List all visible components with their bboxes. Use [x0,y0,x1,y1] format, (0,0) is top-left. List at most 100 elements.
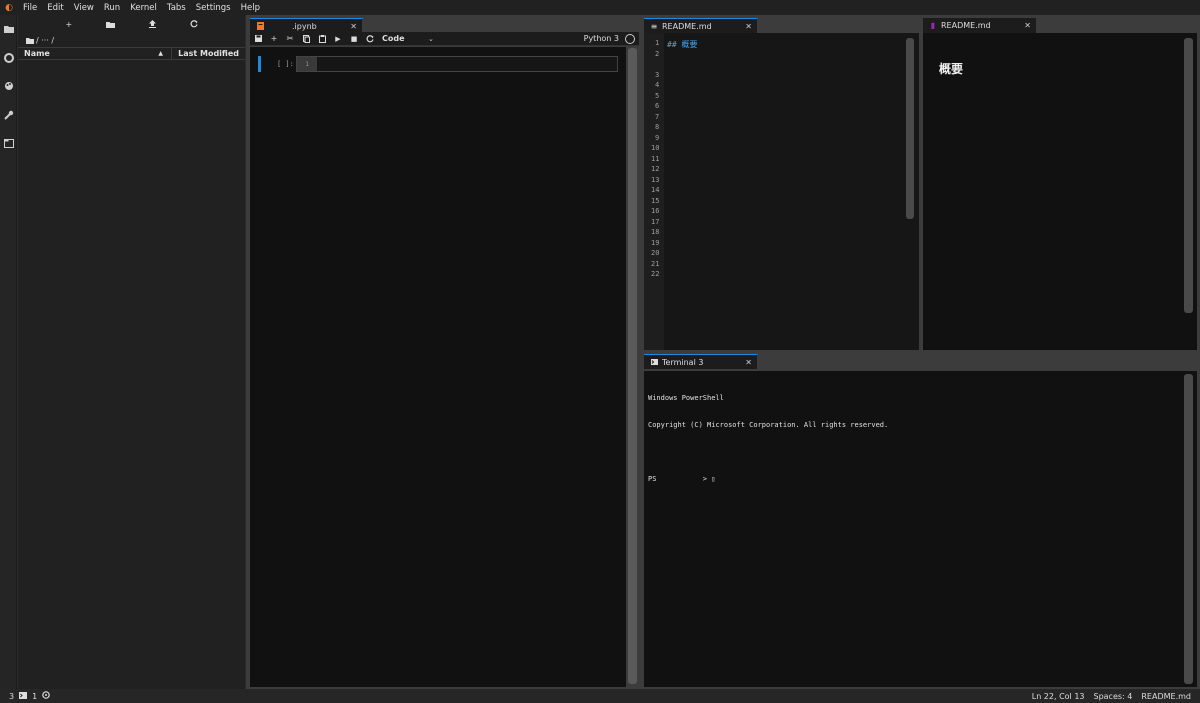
file-browser: + / ··· / Name ▲ Last Modified [18,15,245,689]
notebook-icon [255,22,265,30]
cut-icon: ✂ [286,34,294,43]
refresh-icon [190,20,198,28]
line-number: 6 [655,102,660,110]
cursor-position[interactable]: Ln 22, Col 13 [1032,692,1085,701]
file-list-header: Name ▲ Last Modified [18,47,245,60]
terminal-scrollbar[interactable] [1184,374,1193,684]
jupyter-logo-icon: ◐ [5,2,13,13]
upload-button[interactable] [145,17,159,31]
markdown-icon: ▮ [930,21,936,30]
menu-view[interactable]: View [69,3,99,13]
column-name-header[interactable]: Name ▲ [18,48,172,59]
line-number: 17 [651,217,660,226]
line-number: 19 [651,238,660,247]
cell-type-select[interactable]: Code [382,34,428,43]
cell-prompt: [ ]: [277,60,294,68]
text-file-icon: ≡ [650,21,658,31]
wrench-icon[interactable] [2,108,15,121]
tab-label: README.md [662,21,712,31]
tab-readme-editor[interactable]: ≡ README.md ✕ [644,18,758,33]
preview-heading: 概要 [939,62,964,76]
insert-cell-button[interactable]: + [266,34,282,43]
close-icon[interactable]: ✕ [1024,21,1031,30]
kernel-count[interactable]: 1 [32,692,37,701]
terminal-status-icon[interactable] [19,691,28,701]
preview-scrollbar[interactable] [1184,38,1193,313]
copy-button[interactable] [298,34,314,43]
new-launcher-button[interactable]: + [62,17,76,31]
run-button[interactable]: ▶ [330,35,346,43]
breadcrumb-path[interactable]: / ··· / [36,36,54,45]
line-number: 16 [651,207,660,215]
chevron-down-icon[interactable]: ⌄ [428,35,434,43]
line-number: 14 [651,186,660,194]
line-number: 15 [651,196,660,205]
refresh-button[interactable] [187,17,201,31]
close-icon[interactable]: ✕ [745,22,752,31]
folder-icon[interactable] [26,37,34,44]
running-icon[interactable] [2,51,15,64]
menu-help[interactable]: Help [236,3,265,13]
notebook-tabbar: .ipynb ✕ [250,18,639,33]
menu-run[interactable]: Run [99,3,125,13]
tab-notebook[interactable]: .ipynb ✕ [250,18,363,33]
editor-scrollbar[interactable] [906,38,914,219]
close-icon[interactable]: ✕ [350,22,357,31]
line-number: 2 [655,49,660,58]
tabs-icon[interactable] [2,137,15,150]
save-button[interactable] [250,35,266,42]
editor-tabbar: ≡ README.md ✕ [644,18,919,33]
left-sidebar [0,15,17,689]
editor-line-1[interactable]: ## 概要 [667,39,697,50]
paste-button[interactable] [314,34,330,43]
column-last-modified-header[interactable]: Last Modified [172,49,245,58]
menu-kernel[interactable]: Kernel [125,3,162,13]
tab-terminal[interactable]: Terminal 3 ✕ [644,354,758,369]
terminal-count[interactable]: 3 [9,692,14,701]
preview-tabbar: ▮ README.md ✕ [923,18,1197,33]
paste-icon [318,34,326,43]
palette-icon[interactable] [2,79,15,92]
kernel-name[interactable]: Python 3 [584,34,619,43]
line-number: 5 [655,91,660,100]
tab-label: .ipynb [292,21,317,31]
menu-edit[interactable]: Edit [42,3,68,13]
terminal-output: Windows PowerShell Copyright (C) Microso… [648,376,888,502]
menu-file[interactable]: File [18,3,42,13]
menu-tabs[interactable]: Tabs [162,3,191,13]
upload-icon [148,20,156,28]
line-number: 18 [651,228,660,236]
new-folder-button[interactable] [104,17,118,31]
cell-gutter: 1 [297,57,317,71]
interrupt-button[interactable]: ■ [346,35,362,43]
line-number: 8 [655,123,660,131]
tab-readme-preview[interactable]: ▮ README.md ✕ [923,18,1037,33]
line-number: 10 [651,144,660,152]
close-icon[interactable]: ✕ [745,358,752,367]
terminal-icon [649,359,659,365]
terminal-tabbar: Terminal 3 ✕ [644,354,1197,369]
code-cell-editor[interactable]: 1 [296,56,618,72]
restart-button[interactable] [362,34,378,43]
line-number: 13 [651,175,660,184]
line-number: 22 [651,270,660,278]
kernel-status-icon [625,33,635,44]
current-file: README.md [1141,691,1191,701]
new-folder-icon [106,21,116,28]
restart-icon [366,34,374,42]
line-number: 4 [655,81,660,89]
file-browser-toolbar: + [18,15,245,33]
cut-button[interactable]: ✂ [282,34,298,43]
indent-setting[interactable]: Spaces: 4 [1094,692,1133,701]
terminal-panel[interactable]: Windows PowerShell Copyright (C) Microso… [644,371,1197,687]
terminal-prompt: PS > ▯ [648,475,716,483]
notebook-scrollbar[interactable] [628,48,637,684]
line-number: 7 [655,112,660,121]
line-number: 12 [651,165,660,173]
line-number: 11 [651,154,660,163]
menu-settings[interactable]: Settings [191,3,236,13]
folder-icon[interactable] [2,22,15,35]
kernel-status-gear-icon[interactable] [42,691,50,701]
menu-bar: ◐ File Edit View Run Kernel Tabs Setting… [0,0,1200,15]
tab-label: README.md [941,21,991,30]
